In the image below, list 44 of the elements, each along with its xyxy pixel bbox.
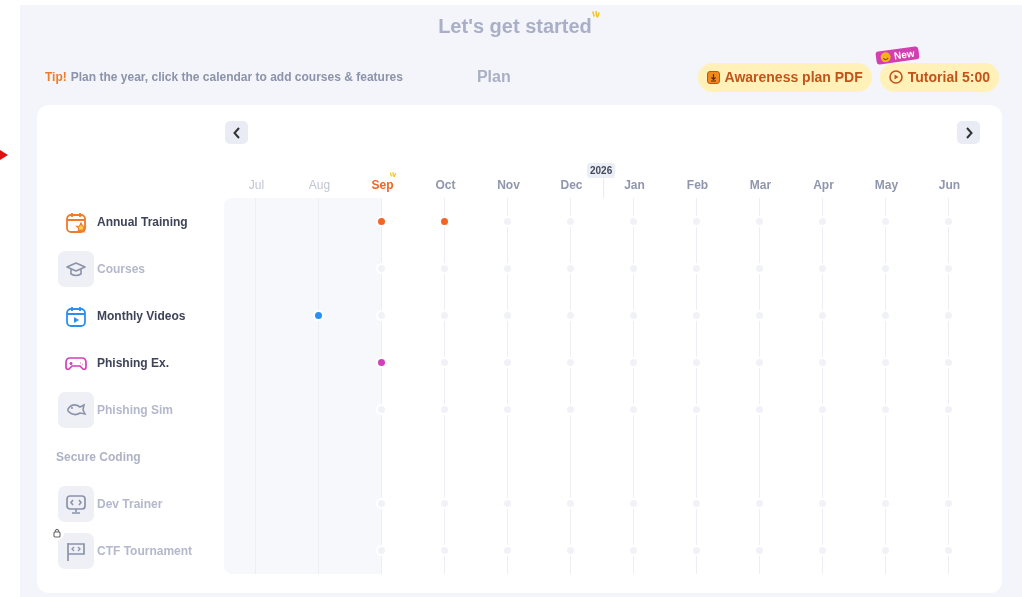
month-label[interactable]: Nov xyxy=(497,178,520,192)
chevron-right-icon xyxy=(964,126,973,139)
event-dot[interactable] xyxy=(376,216,387,227)
tip-text: Plan the year, click the calendar to add courses & features xyxy=(70,70,403,84)
download-icon xyxy=(706,70,720,84)
month-label[interactable]: Mar xyxy=(749,178,772,192)
feature-label[interactable]: Phishing Ex. xyxy=(97,355,197,370)
tip-label: Tip! xyxy=(45,70,67,84)
new-badge: New xyxy=(875,45,920,65)
chevron-left-icon xyxy=(232,126,241,139)
month-label[interactable]: Feb xyxy=(686,178,709,192)
feature-label[interactable]: Phishing Sim xyxy=(97,402,197,417)
month-label[interactable]: Jun xyxy=(938,178,961,192)
play-icon xyxy=(888,70,903,84)
year-badge: 2026 xyxy=(587,163,616,178)
video-calendar-icon xyxy=(65,304,87,327)
section-heading: Secure Coding xyxy=(56,449,141,464)
download-button[interactable]: Awareness plan PDF xyxy=(697,62,872,92)
event-dot[interactable] xyxy=(439,216,450,227)
feature-label[interactable]: Courses xyxy=(97,261,197,276)
feature-label[interactable]: CTF Tournament xyxy=(97,543,197,558)
monitor-code-icon xyxy=(65,492,87,515)
month-label[interactable]: Jan xyxy=(624,178,645,192)
month-label[interactable]: Jul xyxy=(248,178,265,192)
month-label[interactable]: Apr xyxy=(813,178,834,192)
tutorial-button[interactable]: Tutorial 5:00 xyxy=(879,62,999,92)
plan-label: Plan xyxy=(476,68,512,86)
pointer-icon xyxy=(0,150,8,160)
sparkle-icon xyxy=(590,11,601,20)
month-label[interactable]: May xyxy=(874,178,899,192)
next-button[interactable] xyxy=(957,121,980,144)
sparkle-icon xyxy=(389,172,397,179)
feature-label[interactable]: Annual Training xyxy=(97,214,197,229)
smiley-icon xyxy=(879,50,892,63)
previous-button[interactable] xyxy=(225,121,248,144)
event-dot[interactable] xyxy=(313,310,324,321)
page-title: Let's get started xyxy=(438,15,592,38)
month-label[interactable]: Dec xyxy=(560,178,583,192)
month-label[interactable]: Sep xyxy=(371,178,394,192)
event-dot[interactable] xyxy=(376,357,387,368)
month-label[interactable]: Oct xyxy=(435,178,456,192)
month-label[interactable]: Aug xyxy=(308,178,331,192)
feature-label[interactable]: Dev Trainer xyxy=(97,496,197,511)
feature-label[interactable]: Monthly Videos xyxy=(97,308,197,323)
